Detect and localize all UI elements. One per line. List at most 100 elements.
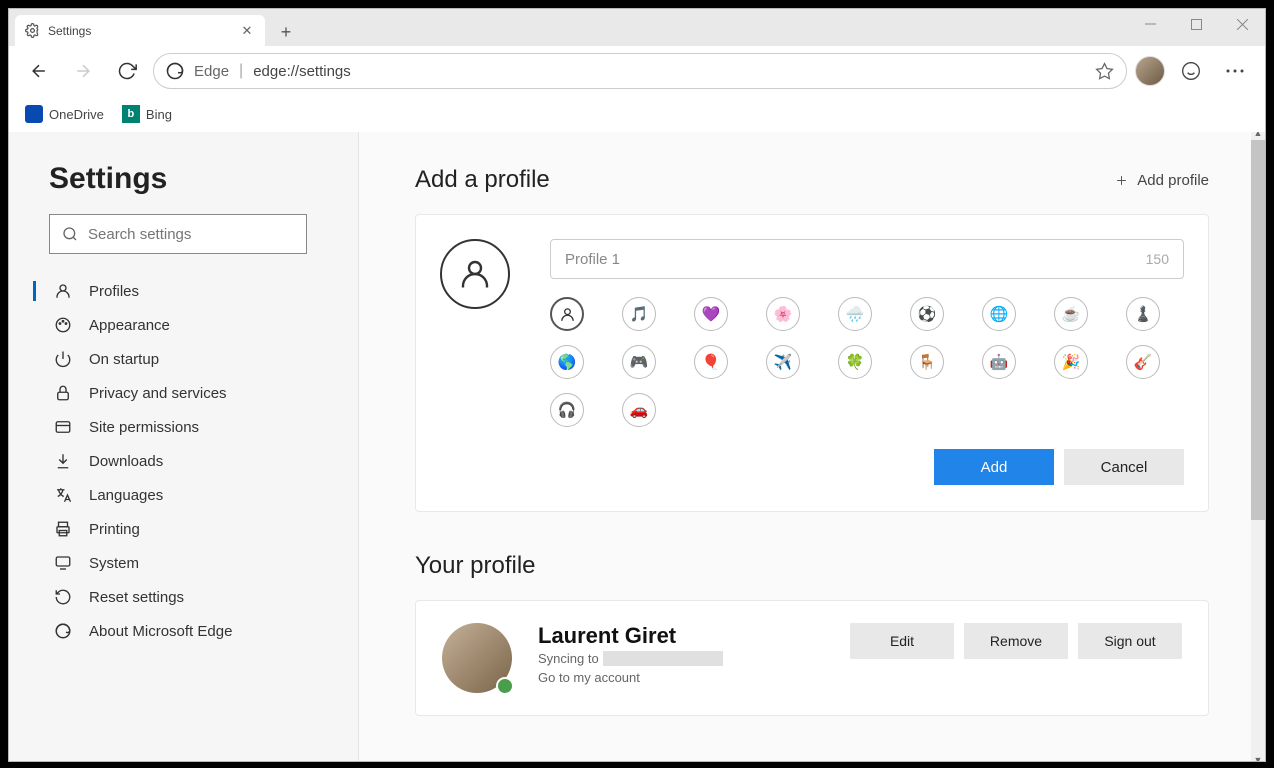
icon-option-chair[interactable]: 🪑: [910, 345, 944, 379]
reload-button[interactable]: [109, 53, 145, 89]
sidebar-nav: Profiles Appearance On startup Privacy a…: [49, 274, 334, 648]
more-menu-icon[interactable]: [1217, 53, 1253, 89]
system-icon: [53, 553, 73, 573]
profile-avatar-placeholder: [440, 239, 510, 309]
nav-appearance[interactable]: Appearance: [49, 308, 334, 342]
smiley-feedback-icon[interactable]: [1173, 53, 1209, 89]
main-panel: Add a profile Add profile Profile 1: [359, 132, 1265, 761]
sync-status: Syncing to: [538, 651, 824, 666]
cancel-button[interactable]: Cancel: [1064, 449, 1184, 485]
icon-option-gamepad[interactable]: 🎮: [622, 345, 656, 379]
add-profile-link[interactable]: Add profile: [1114, 172, 1209, 189]
favorite-star-icon[interactable]: [1095, 62, 1114, 81]
icon-option-leaf[interactable]: 🍀: [838, 345, 872, 379]
profile-avatar-button[interactable]: [1135, 56, 1165, 86]
scroll-down-icon[interactable]: ▼: [1251, 753, 1265, 761]
profile-name-input[interactable]: Profile 1 150: [550, 239, 1184, 279]
icon-option-globe[interactable]: 🌐: [982, 297, 1016, 331]
add-profile-card: Profile 1 150 🎵 💜 🌸 🌧️ ⚽ 🌐: [415, 214, 1209, 512]
power-icon: [53, 349, 73, 369]
scroll-up-icon[interactable]: ▲: [1251, 132, 1265, 140]
palette-icon: [53, 315, 73, 335]
address-prefix: Edge: [194, 63, 229, 80]
minimize-button[interactable]: [1127, 9, 1173, 39]
address-bar[interactable]: Edge | edge://settings: [153, 53, 1127, 89]
nav-on-startup[interactable]: On startup: [49, 342, 334, 376]
toolbar: Edge | edge://settings: [9, 46, 1265, 96]
online-status-icon: [496, 677, 514, 695]
favorite-bing[interactable]: b Bing: [122, 105, 172, 123]
lock-icon: [53, 383, 73, 403]
reset-icon: [53, 587, 73, 607]
sidebar-title: Settings: [49, 162, 334, 196]
scrollbar[interactable]: ▲ ▼: [1251, 132, 1265, 761]
bing-icon: b: [122, 105, 140, 123]
icon-option-soccer[interactable]: ⚽: [910, 297, 944, 331]
nav-about[interactable]: About Microsoft Edge: [49, 614, 334, 648]
remove-button[interactable]: Remove: [964, 623, 1068, 659]
maximize-button[interactable]: [1173, 9, 1219, 39]
profile-name: Laurent Giret: [538, 623, 824, 649]
download-icon: [53, 451, 73, 471]
user-avatar: [442, 623, 512, 693]
goto-account-link[interactable]: Go to my account: [538, 670, 824, 685]
nav-profiles[interactable]: Profiles: [49, 274, 334, 308]
nav-reset[interactable]: Reset settings: [49, 580, 334, 614]
icon-option-balloons[interactable]: 🎈: [694, 345, 728, 379]
your-profile-card: Laurent Giret Syncing to Go to my accoun…: [415, 600, 1209, 716]
onedrive-icon: [25, 105, 43, 123]
search-settings-box[interactable]: [49, 214, 307, 254]
plus-icon: [1114, 173, 1129, 188]
search-input[interactable]: [88, 226, 294, 243]
nav-downloads[interactable]: Downloads: [49, 444, 334, 478]
permissions-icon: [53, 417, 73, 437]
icon-option-flower[interactable]: 🌸: [766, 297, 800, 331]
edge-icon: [53, 621, 73, 641]
sync-email-redacted: [603, 651, 723, 666]
add-profile-heading: Add a profile: [415, 166, 550, 194]
add-profile-header: Add a profile Add profile: [415, 166, 1209, 194]
search-icon: [62, 226, 78, 242]
icon-option-heart[interactable]: 💜: [694, 297, 728, 331]
back-button[interactable]: [21, 53, 57, 89]
icon-option-car[interactable]: 🚗: [622, 393, 656, 427]
tab-title: Settings: [48, 24, 239, 38]
content-area: Settings Profiles Appearance On startup …: [9, 132, 1265, 761]
icon-option-plane[interactable]: ✈️: [766, 345, 800, 379]
icon-option-chess[interactable]: ♟️: [1126, 297, 1160, 331]
nav-privacy[interactable]: Privacy and services: [49, 376, 334, 410]
icon-option-headphones[interactable]: 🎧: [550, 393, 584, 427]
icon-option-cloud[interactable]: 🌧️: [838, 297, 872, 331]
edge-logo-icon: [166, 62, 184, 80]
nav-system[interactable]: System: [49, 546, 334, 580]
settings-gear-icon: [25, 23, 40, 38]
window-controls: [1127, 9, 1265, 39]
icon-option-person[interactable]: [550, 297, 584, 331]
close-tab-button[interactable]: ✕: [239, 23, 255, 39]
signout-button[interactable]: Sign out: [1078, 623, 1182, 659]
nav-languages[interactable]: Languages: [49, 478, 334, 512]
new-tab-button[interactable]: +: [271, 17, 301, 47]
browser-tab[interactable]: Settings ✕: [15, 15, 265, 46]
icon-option-robot[interactable]: 🤖: [982, 345, 1016, 379]
icon-option-party[interactable]: 🎉: [1054, 345, 1088, 379]
favorite-onedrive[interactable]: OneDrive: [25, 105, 104, 123]
forward-button[interactable]: [65, 53, 101, 89]
nav-site-permissions[interactable]: Site permissions: [49, 410, 334, 444]
edit-button[interactable]: Edit: [850, 623, 954, 659]
scroll-thumb[interactable]: [1251, 140, 1265, 520]
favorites-bar: OneDrive b Bing: [9, 96, 1265, 132]
char-limit: 150: [1146, 251, 1169, 267]
icon-option-music[interactable]: 🎵: [622, 297, 656, 331]
icon-option-guitar[interactable]: 🎸: [1126, 345, 1160, 379]
add-button[interactable]: Add: [934, 449, 1054, 485]
browser-window: Settings ✕ + Edge | edge://settings OneD…: [8, 8, 1266, 762]
icon-option-coffee[interactable]: ☕: [1054, 297, 1088, 331]
settings-sidebar: Settings Profiles Appearance On startup …: [9, 132, 359, 761]
nav-printing[interactable]: Printing: [49, 512, 334, 546]
language-icon: [53, 485, 73, 505]
close-window-button[interactable]: [1219, 9, 1265, 39]
icon-option-earth[interactable]: 🌎: [550, 345, 584, 379]
titlebar: Settings ✕ +: [9, 9, 1265, 46]
address-url: edge://settings: [253, 63, 351, 80]
